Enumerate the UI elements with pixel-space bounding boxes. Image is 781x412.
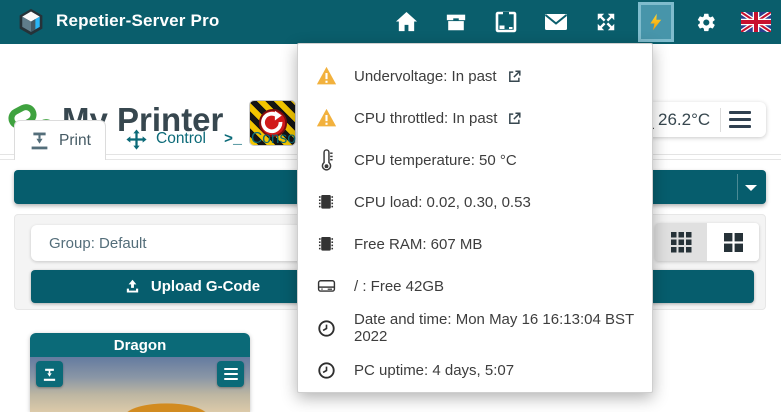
uk-flag-icon <box>741 12 771 32</box>
status-text: CPU temperature: 50 °C <box>354 152 517 169</box>
language-button[interactable] <box>731 0 781 44</box>
status-text: Free RAM: 607 MB <box>354 236 482 253</box>
warning-icon <box>316 66 337 85</box>
upload-icon <box>124 278 141 295</box>
menu-icon <box>224 368 238 381</box>
printer-card-image <box>30 357 250 412</box>
chip-icon <box>318 235 334 253</box>
top-nav-bar: Repetier-Server Pro <box>0 0 781 44</box>
fullscreen-button[interactable] <box>581 0 631 44</box>
external-link-icon[interactable] <box>507 69 522 84</box>
external-link-icon[interactable] <box>507 111 522 126</box>
warning-icon <box>316 108 337 127</box>
upload-gcode-label: Upload G-Code <box>151 278 260 295</box>
settings-button[interactable] <box>681 0 731 44</box>
chevron-down-icon <box>745 185 757 191</box>
status-row-pc-uptime: PC uptime: 4 days, 5:07 <box>298 349 652 391</box>
status-text: / : Free 42GB <box>354 278 444 295</box>
status-row-cpu-throttled: CPU throttled: In past <box>298 97 652 139</box>
grid-3x3-icon <box>671 232 692 253</box>
repetier-server-window: Repetier-Server Pro <box>0 0 781 412</box>
print-tab-icon <box>29 130 50 151</box>
temperature-value: 26.2°C <box>658 110 710 130</box>
nav-icon-group <box>381 0 781 44</box>
grid-view-large-button[interactable] <box>707 223 759 261</box>
printer-card-title: Dragon <box>30 333 250 357</box>
printer-frame-icon <box>494 10 518 34</box>
console-tab-icon: >_ <box>224 131 242 148</box>
status-text: Date and time: Mon May 16 16:13:04 BST 2… <box>354 311 652 345</box>
app-title: Repetier-Server Pro <box>56 11 219 31</box>
bolt-icon <box>647 13 665 31</box>
printer-nozzle-icon <box>42 367 57 382</box>
home-icon <box>395 11 418 32</box>
gcodes-button[interactable] <box>431 0 481 44</box>
status-row-date-time: Date and time: Mon May 16 16:13:04 BST 2… <box>298 307 652 349</box>
view-toggle-group <box>655 223 759 261</box>
status-row-undervoltage: Undervoltage: In past <box>298 55 652 97</box>
tab-control[interactable]: Control <box>112 120 220 158</box>
mail-icon <box>544 13 568 31</box>
home-button[interactable] <box>381 0 431 44</box>
messages-button[interactable] <box>531 0 581 44</box>
tab-print[interactable]: Print <box>14 120 106 160</box>
status-text: CPU load: 0.02, 0.30, 0.53 <box>354 194 531 211</box>
archive-box-icon <box>445 11 467 33</box>
clock-icon <box>318 362 335 379</box>
printer-card-menu-button[interactable] <box>217 361 244 387</box>
status-row-cpu-temperature: CPU temperature: 50 °C <box>298 139 652 181</box>
status-row-cpu-load: CPU load: 0.02, 0.30, 0.53 <box>298 181 652 223</box>
clock-icon <box>318 320 335 337</box>
gear-icon <box>696 12 717 33</box>
control-tab-icon <box>126 129 147 150</box>
printer-card-print-button[interactable] <box>36 361 63 387</box>
chip-icon <box>318 193 334 211</box>
grid-view-small-button[interactable] <box>655 223 707 261</box>
expand-icon <box>595 11 617 33</box>
hdd-icon <box>317 278 336 294</box>
status-row-disk-free: / : Free 42GB <box>298 265 652 307</box>
card-separator <box>720 108 721 132</box>
tab-control-label: Control <box>156 130 206 148</box>
tab-print-label: Print <box>59 132 91 150</box>
thermometer-icon <box>320 148 333 173</box>
grid-2x2-icon <box>724 233 743 252</box>
status-text: PC uptime: 4 days, 5:07 <box>354 362 514 379</box>
app-logo-icon <box>17 8 45 36</box>
status-text: CPU throttled: In past <box>354 110 497 127</box>
system-status-popup: Undervoltage: In past CPU throttled: In … <box>297 43 653 393</box>
printers-button[interactable] <box>481 0 531 44</box>
status-row-free-ram: Free RAM: 607 MB <box>298 223 652 265</box>
status-text: Undervoltage: In past <box>354 68 497 85</box>
printer-menu-icon[interactable] <box>729 111 751 128</box>
system-status-button[interactable] <box>638 2 674 42</box>
group-select-value: Group: Default <box>49 235 147 252</box>
printer-card-dragon[interactable]: Dragon <box>30 333 250 412</box>
bar-separator <box>737 174 738 200</box>
